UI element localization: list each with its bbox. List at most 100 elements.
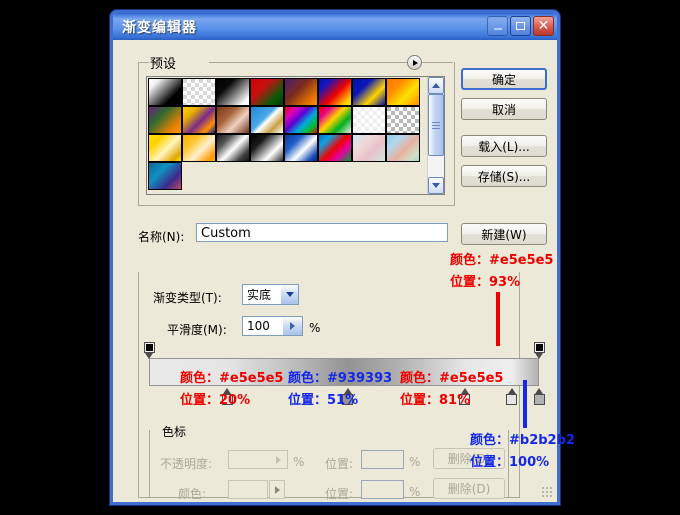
- preset-swatch[interactable]: [352, 78, 386, 106]
- smoothness-unit: %: [309, 321, 321, 335]
- preset-swatch[interactable]: [352, 134, 386, 162]
- gradient-type-select[interactable]: 实底: [242, 284, 299, 305]
- preset-swatch[interactable]: [250, 78, 284, 106]
- presets-panel: [146, 76, 445, 195]
- preset-swatch[interactable]: [216, 78, 250, 106]
- minimize-icon: [493, 28, 502, 30]
- preset-swatch[interactable]: [250, 106, 284, 134]
- opacity-stop-pointer: [535, 353, 543, 359]
- opacity-location-input: [361, 450, 404, 469]
- annotation-20-color: 颜色：#e5e5e5: [180, 371, 284, 386]
- opacity-location-unit: %: [409, 455, 421, 469]
- resize-grip-icon[interactable]: [541, 486, 554, 499]
- annotation-81-color: 颜色：#e5e5e5: [400, 371, 504, 386]
- ok-button[interactable]: 确定: [461, 68, 547, 90]
- stops-group-label: 色标: [159, 423, 190, 440]
- annotation-100-color: 颜色：#b2b2b2: [470, 433, 575, 448]
- opacity-stop-swatch: [143, 342, 155, 353]
- preset-swatch[interactable]: [216, 106, 250, 134]
- scrollbar-thumb[interactable]: [428, 94, 444, 156]
- preset-swatch-row: [148, 134, 427, 162]
- preset-swatch[interactable]: [284, 78, 318, 106]
- new-button[interactable]: 新建(W): [461, 223, 547, 245]
- scroll-down-button[interactable]: [428, 177, 444, 194]
- preset-swatch[interactable]: [386, 134, 420, 162]
- annotation-20-position: 位置：20%: [180, 393, 251, 408]
- opacity-stop-swatch: [533, 342, 545, 353]
- annotation-93-color: 颜色：#e5e5e5: [450, 253, 554, 268]
- play-arrow-icon[interactable]: [283, 317, 302, 335]
- minimize-button[interactable]: [487, 16, 508, 36]
- preset-swatch[interactable]: [352, 106, 386, 134]
- title-bar[interactable]: 渐变编辑器 ✕: [113, 13, 557, 40]
- preset-swatch-row: [148, 162, 427, 190]
- preset-swatch[interactable]: [182, 134, 216, 162]
- chevron-down-icon[interactable]: [280, 285, 298, 304]
- preset-swatch[interactable]: [148, 162, 182, 190]
- preset-swatch[interactable]: [386, 78, 420, 106]
- preset-swatch[interactable]: [182, 78, 216, 106]
- preset-swatch[interactable]: [148, 106, 182, 134]
- grip-lines-icon: [432, 121, 440, 129]
- preset-swatch[interactable]: [284, 134, 318, 162]
- color-label: 颜色:: [178, 487, 207, 501]
- color-location-value: [362, 485, 365, 499]
- opacity-stop-pointer: [145, 353, 153, 359]
- preset-swatch[interactable]: [148, 134, 182, 162]
- annotation-100-leader-line: [523, 380, 527, 428]
- annotation-51-position: 位置：51%: [288, 393, 359, 408]
- load-button[interactable]: 载入(L)...: [461, 135, 547, 157]
- delete-color-stop-button: 删除(D): [433, 478, 505, 499]
- gradient-type-value: 实底: [247, 288, 272, 302]
- window-title: 渐变编辑器: [122, 19, 197, 36]
- annotation-81-position: 位置：81%: [400, 393, 471, 408]
- opacity-unit: %: [293, 455, 305, 469]
- preset-swatch[interactable]: [318, 134, 352, 162]
- preset-swatch[interactable]: [284, 106, 318, 134]
- color-stop-marker[interactable]: [506, 388, 518, 405]
- opacity-input: [228, 450, 288, 469]
- color-location-label: 位置:: [325, 487, 354, 501]
- preset-swatch[interactable]: [182, 106, 216, 134]
- smoothness-value: 100: [247, 319, 270, 333]
- preset-swatch[interactable]: [318, 78, 352, 106]
- name-label: 名称(N):: [138, 230, 185, 244]
- opacity-stop-marker[interactable]: [533, 342, 545, 359]
- close-icon: ✕: [537, 18, 550, 34]
- presets-menu-button[interactable]: [407, 55, 422, 70]
- scrollbar-track[interactable]: [428, 156, 444, 177]
- play-arrow-icon: [413, 59, 418, 66]
- opacity-location-value: [362, 455, 365, 469]
- save-button[interactable]: 存储(S)...: [461, 165, 547, 187]
- maximize-button[interactable]: [510, 16, 531, 36]
- color-stop-swatch: [506, 394, 518, 405]
- preset-swatch[interactable]: [386, 106, 420, 134]
- color-location-input: [361, 480, 404, 499]
- play-arrow-icon: [269, 451, 287, 468]
- chevron-up-icon: [432, 83, 440, 88]
- preset-swatch[interactable]: [250, 134, 284, 162]
- play-arrow-icon: [269, 480, 285, 499]
- close-button[interactable]: ✕: [533, 16, 554, 36]
- preset-swatch[interactable]: [148, 78, 182, 106]
- opacity-stop-marker[interactable]: [143, 342, 155, 359]
- preset-swatch[interactable]: [318, 106, 352, 134]
- color-swatch: [228, 480, 268, 499]
- cancel-button[interactable]: 取消: [461, 98, 547, 120]
- opacity-label: 不透明度:: [160, 457, 213, 471]
- opacity-location-label: 位置:: [325, 457, 354, 471]
- presets-scrollbar[interactable]: [427, 77, 444, 194]
- preset-swatch-grid: [147, 77, 428, 194]
- maximize-icon: [516, 22, 525, 30]
- annotation-100-position: 位置：100%: [470, 455, 550, 470]
- window-controls: ✕: [487, 16, 554, 36]
- name-input[interactable]: Custom: [196, 223, 448, 242]
- annotation-93-leader-line: [496, 292, 500, 346]
- gradient-type-label: 渐变类型(T):: [153, 291, 222, 305]
- color-stop-marker[interactable]: [533, 388, 545, 405]
- smoothness-input[interactable]: 100: [242, 316, 303, 336]
- smoothness-label: 平滑度(M):: [167, 323, 227, 337]
- presets-label: 预设: [150, 57, 177, 72]
- scroll-up-button[interactable]: [428, 77, 444, 94]
- preset-swatch[interactable]: [216, 134, 250, 162]
